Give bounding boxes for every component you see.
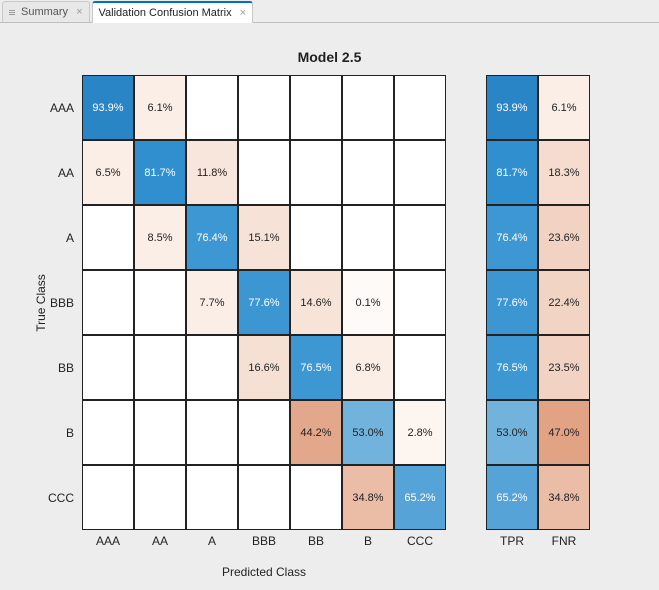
side-matrix-cell: 77.6% bbox=[486, 270, 538, 335]
matrix-cell bbox=[82, 335, 134, 400]
matrix-cell bbox=[342, 140, 394, 205]
side-x-tick: FNR bbox=[538, 532, 590, 548]
side-matrix-cell: 47.0% bbox=[538, 400, 590, 465]
matrix-cell: 6.1% bbox=[134, 75, 186, 140]
matrix-cell bbox=[394, 270, 446, 335]
matrix-cell bbox=[186, 75, 238, 140]
matrix-cell bbox=[238, 400, 290, 465]
y-tick: BB bbox=[42, 335, 78, 400]
matrix-cell bbox=[238, 75, 290, 140]
matrix-cell bbox=[134, 335, 186, 400]
y-tick: A bbox=[42, 205, 78, 270]
x-tick: AA bbox=[134, 532, 186, 548]
side-matrix-cell: 6.1% bbox=[538, 75, 590, 140]
matrix-cell: 76.4% bbox=[186, 205, 238, 270]
close-icon[interactable]: × bbox=[240, 7, 246, 19]
matrix-cell bbox=[290, 140, 342, 205]
tab-summary-label: Summary bbox=[21, 6, 68, 18]
matrix-cell bbox=[394, 335, 446, 400]
x-tick: B bbox=[342, 532, 394, 548]
tab-matrix-label: Validation Confusion Matrix bbox=[99, 7, 232, 19]
matrix-cell bbox=[238, 465, 290, 530]
matrix-cell: 6.5% bbox=[82, 140, 134, 205]
side-matrix-cell: 76.5% bbox=[486, 335, 538, 400]
matrix-cell: 7.7% bbox=[186, 270, 238, 335]
matrix-cell bbox=[342, 205, 394, 270]
y-tick: BBB bbox=[42, 270, 78, 335]
matrix-cell bbox=[82, 205, 134, 270]
side-x-tick: TPR bbox=[486, 532, 538, 548]
matrix-cell bbox=[82, 465, 134, 530]
matrix-cell: 76.5% bbox=[290, 335, 342, 400]
matrix-cell: 11.8% bbox=[186, 140, 238, 205]
matrix-cell bbox=[186, 335, 238, 400]
matrix-cell bbox=[134, 400, 186, 465]
matrix-cell: 16.6% bbox=[238, 335, 290, 400]
matrix-cell bbox=[134, 270, 186, 335]
matrix-cell: 53.0% bbox=[342, 400, 394, 465]
close-icon[interactable]: × bbox=[76, 6, 82, 18]
matrix-cell bbox=[238, 140, 290, 205]
y-tick: AAA bbox=[42, 75, 78, 140]
matrix-cell bbox=[290, 465, 342, 530]
matrix-cell bbox=[394, 140, 446, 205]
matrix-cell: 8.5% bbox=[134, 205, 186, 270]
side-matrix-cell: 23.6% bbox=[538, 205, 590, 270]
x-tick: A bbox=[186, 532, 238, 548]
side-matrix-cell: 76.4% bbox=[486, 205, 538, 270]
confusion-matrix: 93.9%6.1%6.5%81.7%11.8%8.5%76.4%15.1%7.7… bbox=[82, 75, 446, 530]
x-tick: CCC bbox=[394, 532, 446, 548]
side-matrix-cell: 65.2% bbox=[486, 465, 538, 530]
y-ticks: AAA AA A BBB BB B CCC bbox=[42, 75, 78, 530]
side-matrix-cell: 23.5% bbox=[538, 335, 590, 400]
matrix-cell: 6.8% bbox=[342, 335, 394, 400]
x-tick: AAA bbox=[82, 532, 134, 548]
matrix-cell bbox=[134, 465, 186, 530]
tabbar: Summary × Validation Confusion Matrix × bbox=[0, 0, 659, 23]
matrix-cell: 77.6% bbox=[238, 270, 290, 335]
x-tick: BBB bbox=[238, 532, 290, 548]
matrix-cell bbox=[290, 75, 342, 140]
y-tick: CCC bbox=[42, 465, 78, 530]
side-x-ticks: TPR FNR bbox=[486, 532, 590, 548]
x-axis-label: Predicted Class bbox=[222, 565, 306, 579]
matrix-cell bbox=[82, 400, 134, 465]
chart-area: Model 2.5 True Class Predicted Class AAA… bbox=[0, 23, 659, 590]
matrix-cell bbox=[394, 205, 446, 270]
tab-validation-confusion-matrix[interactable]: Validation Confusion Matrix × bbox=[92, 1, 254, 23]
side-matrix-cell: 93.9% bbox=[486, 75, 538, 140]
matrix-cell bbox=[186, 400, 238, 465]
tab-summary[interactable]: Summary × bbox=[2, 1, 90, 22]
matrix-cell bbox=[342, 75, 394, 140]
y-tick: B bbox=[42, 400, 78, 465]
side-matrix-cell: 34.8% bbox=[538, 465, 590, 530]
x-tick: BB bbox=[290, 532, 342, 548]
matrix-cell: 14.6% bbox=[290, 270, 342, 335]
tpr-fnr-matrix: 93.9%6.1%81.7%18.3%76.4%23.6%77.6%22.4%7… bbox=[486, 75, 590, 530]
side-matrix-cell: 53.0% bbox=[486, 400, 538, 465]
matrix-cell: 81.7% bbox=[134, 140, 186, 205]
side-matrix-cell: 81.7% bbox=[486, 140, 538, 205]
chart-title: Model 2.5 bbox=[0, 49, 659, 65]
matrix-cell: 2.8% bbox=[394, 400, 446, 465]
matrix-cell bbox=[290, 205, 342, 270]
matrix-cell: 0.1% bbox=[342, 270, 394, 335]
grip-icon bbox=[9, 10, 15, 15]
matrix-cell: 15.1% bbox=[238, 205, 290, 270]
side-matrix-cell: 22.4% bbox=[538, 270, 590, 335]
matrix-cell: 65.2% bbox=[394, 465, 446, 530]
matrix-cell: 44.2% bbox=[290, 400, 342, 465]
y-tick: AA bbox=[42, 140, 78, 205]
matrix-cell bbox=[82, 270, 134, 335]
matrix-cell bbox=[186, 465, 238, 530]
matrix-cell: 34.8% bbox=[342, 465, 394, 530]
matrix-cell bbox=[394, 75, 446, 140]
x-ticks: AAA AA A BBB BB B CCC bbox=[82, 532, 446, 548]
matrix-cell: 93.9% bbox=[82, 75, 134, 140]
side-matrix-cell: 18.3% bbox=[538, 140, 590, 205]
